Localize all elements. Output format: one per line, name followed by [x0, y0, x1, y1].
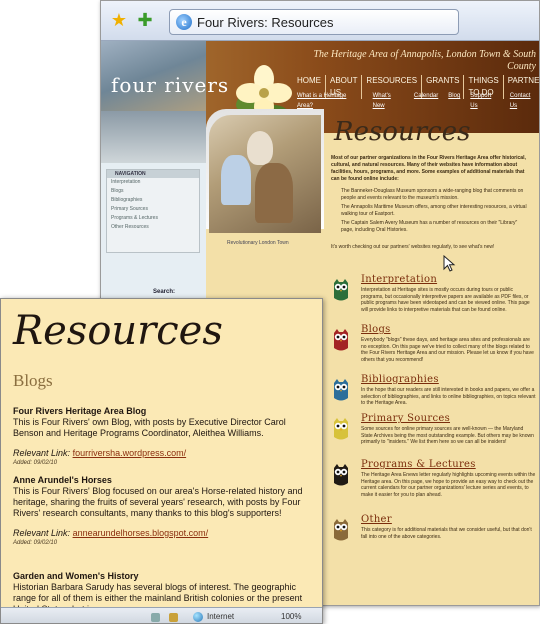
subnav-link[interactable]: Calendar: [414, 91, 438, 111]
entry-body: This is Four Rivers' Blog focused on our…: [13, 486, 303, 518]
browser-status-bar: Internet 100%: [1, 607, 322, 623]
entry-heading: Anne Arundel's Horses: [13, 475, 112, 485]
tab-title: Four Rivers: Resources: [197, 14, 334, 30]
category-description: Interpretation at Heritage sites is most…: [361, 287, 530, 313]
browser-window-blogs: Resources Blogs Four Rivers Heritage Are…: [0, 298, 323, 624]
bullet-item[interactable]: The Banneker-Douglass Museum sponsors a …: [341, 188, 531, 202]
sidebar-nav-item[interactable]: Primary Sources: [107, 205, 199, 214]
resources-content: Resources Most of our partner organizati…: [331, 111, 539, 601]
search-label: Search:: [153, 289, 176, 295]
category-description: The Heritage Area Enews letter regularly…: [361, 472, 536, 498]
blog-entry: Anne Arundel's Horses This is Four River…: [13, 475, 313, 547]
owl-icon: [334, 464, 348, 486]
zone-indicator: Internet: [193, 608, 235, 623]
sidebar-nav-item[interactable]: Bibliographies: [107, 196, 199, 205]
browser-toolbar: ★ ✚ e Four Rivers: Resources: [101, 1, 539, 41]
blog-entry: Four Rivers Heritage Area Blog This is F…: [13, 406, 313, 467]
relevant-link[interactable]: annearundelhorses.blogspot.com/: [73, 528, 209, 538]
navigation-box: NAVIGATION Interpretation Blogs Bibliograp…: [106, 169, 200, 253]
site-logo[interactable]: four rivers: [111, 75, 229, 95]
blogs-heading: Blogs: [13, 371, 53, 390]
category-link[interactable]: Programs & Lectures: [361, 459, 476, 471]
feature-photo: [209, 115, 321, 233]
owl-icon: [334, 379, 348, 401]
owl-icon: [334, 279, 348, 301]
sidebar-nav-item[interactable]: Programs & Lectures: [107, 214, 199, 223]
navigation-title: NAVIGATION: [107, 170, 199, 178]
zone-label: Internet: [207, 612, 235, 621]
relevant-link-label: Relevant Link:: [13, 528, 71, 538]
category-link[interactable]: Primary Sources: [361, 413, 450, 425]
category-link[interactable]: Blogs: [361, 324, 391, 336]
bullet-item[interactable]: The Captain Salem Avery Museum has a num…: [341, 220, 531, 234]
add-favorite-icon[interactable]: ✚: [135, 10, 155, 30]
mouse-cursor-icon: [443, 255, 456, 272]
category-description: In the hope that our readers are still i…: [361, 387, 536, 406]
added-date: Added: 09/02/10: [13, 540, 58, 546]
owl-icon: [334, 519, 348, 541]
sub-nav: What is a Heritage Area? What's New Calend…: [297, 91, 539, 111]
relevant-link-label: Relevant Link:: [13, 448, 71, 458]
entry-heading: Garden and Women's History: [13, 571, 139, 581]
subnav-link[interactable]: What is a Heritage Area?: [297, 91, 363, 111]
category-description: This category is for additional material…: [361, 527, 532, 540]
category-link[interactable]: Bibliographies: [361, 374, 439, 386]
relevant-link[interactable]: fourriversha.wordpress.com/: [73, 448, 187, 458]
added-date: Added: 09/02/10: [13, 460, 58, 466]
category-link[interactable]: Other: [361, 514, 392, 526]
category-description: Everybody "blogs" these days, and herita…: [361, 337, 534, 363]
sidebar-nav-item[interactable]: Other Resources: [107, 223, 199, 232]
subnav-link[interactable]: Support Us: [470, 91, 500, 111]
resource-bullets: The Banneker-Douglass Museum sponsors a …: [341, 188, 531, 236]
sidebar-photo: [101, 111, 206, 163]
entry-body: This is Four Rivers' own Blog, with post…: [13, 417, 286, 438]
favorites-star-icon[interactable]: ★: [109, 10, 129, 30]
intro-text: Most of our partner organizations in the…: [331, 155, 526, 182]
screenshot-composite: ★ ✚ e Four Rivers: Resources four rivers…: [0, 0, 540, 624]
sidebar-nav-item[interactable]: Interpretation: [107, 178, 199, 187]
sidebar-nav-item[interactable]: Blogs: [107, 187, 199, 196]
zoom-control[interactable]: 100%: [281, 608, 301, 623]
photo-caption: Revolutionary London Town: [227, 240, 289, 246]
site-tagline: The Heritage Area of Annapolis, London T…: [313, 49, 536, 72]
browser-tab[interactable]: e Four Rivers: Resources: [169, 9, 459, 35]
owl-icon: [334, 418, 348, 440]
worth-checking-text: It's worth checking out our partners' we…: [331, 244, 495, 250]
owl-icon: [334, 329, 348, 351]
bullet-item[interactable]: The Annapolis Maritime Museum offers, am…: [341, 204, 531, 218]
page-title: Resources: [334, 117, 471, 147]
subnav-link[interactable]: Blog: [448, 91, 460, 111]
subnav-link[interactable]: What's New: [373, 91, 404, 111]
subnav-link[interactable]: Contact Us: [510, 91, 539, 111]
category-link[interactable]: Interpretation: [361, 274, 437, 286]
category-description: Some sources for online primary sources …: [361, 426, 534, 445]
entry-heading: Four Rivers Heritage Area Blog: [13, 406, 147, 416]
globe-icon: [193, 612, 203, 622]
blogs-page-title: Resources: [13, 308, 223, 354]
addon-icon: [169, 613, 178, 622]
internet-explorer-icon: e: [176, 14, 192, 30]
security-icon: [151, 613, 160, 622]
